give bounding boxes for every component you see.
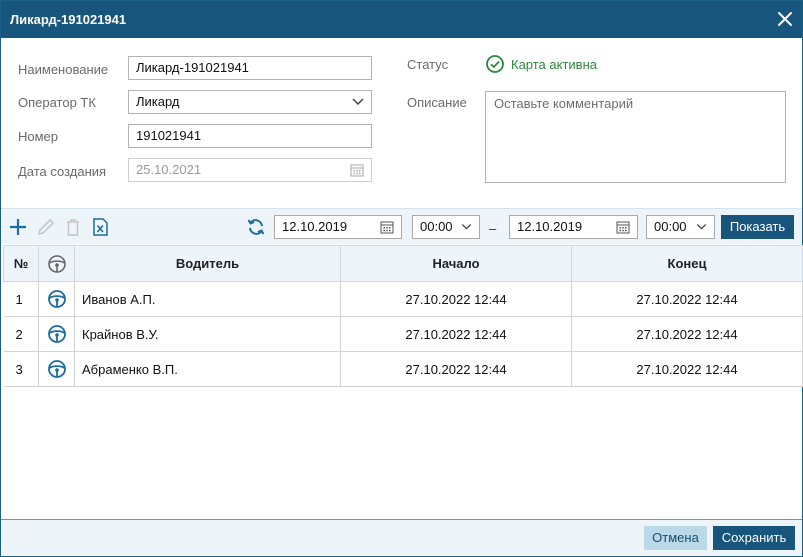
chevron-down-icon [461,224,472,230]
column-header-num[interactable]: № [3,245,39,282]
drivers-table: № Водитель Начало Конец 1 Иванов А.П. 27… [3,245,803,387]
steering-wheel-icon [47,360,66,378]
dialog-footer: Отмена Сохранить [1,519,802,556]
refresh-icon[interactable] [246,217,266,237]
row-num: 1 [3,281,39,317]
cancel-button[interactable]: Отмена [644,526,707,550]
chevron-down-icon [352,98,364,106]
column-header-driver[interactable]: Водитель [74,245,341,282]
date-range-dash: – [489,221,497,236]
save-button[interactable]: Сохранить [713,526,795,550]
row-start: 27.10.2022 12:44 [340,281,572,317]
calendar-icon [350,164,364,177]
table-row[interactable]: 2 Крайнов В.У. 27.10.2022 12:44 27.10.20… [3,316,803,352]
dialog-titlebar: Ликард-191021941 [1,1,802,38]
date-to-value: 12.10.2019 [517,219,583,234]
description-placeholder: Оставьте комментарий [494,96,634,111]
row-start: 27.10.2022 12:44 [340,351,572,387]
row-end: 27.10.2022 12:44 [571,281,803,317]
column-header-start[interactable]: Начало [340,245,572,282]
number-label: Номер [18,129,59,144]
number-input[interactable]: 191021941 [128,124,372,148]
check-circle-icon [486,55,504,73]
created-label: Дата создания [18,164,107,179]
row-num: 2 [3,316,39,352]
calendar-icon[interactable] [616,220,630,234]
number-value: 191021941 [136,128,202,143]
show-button[interactable]: Показать [721,215,794,239]
steering-wheel-icon [47,254,66,273]
row-end: 27.10.2022 12:44 [571,316,803,352]
name-input[interactable]: Ликард-191021941 [128,56,372,80]
table-row[interactable]: 3 Абраменко В.П. 27.10.2022 12:44 27.10.… [3,351,803,387]
status-value: Карта активна [511,57,597,72]
time-from-value: 00:00 [420,219,453,234]
time-to-select[interactable]: 00:00 [646,215,715,239]
date-from-value: 12.10.2019 [282,219,348,234]
chevron-down-icon [696,224,707,230]
steering-wheel-icon [47,290,66,308]
description-label: Описание [407,95,467,110]
close-icon[interactable] [775,9,795,29]
history-toolbar: 12.10.2019 00:00 – 12.10.2019 00:00 Пока… [1,208,802,244]
row-driver: Абраменко В.П. [74,351,341,387]
row-num: 3 [3,351,39,387]
operator-value: Ликард [136,94,180,109]
excel-icon[interactable] [90,217,110,237]
date-from-input[interactable]: 12.10.2019 [274,215,402,239]
card-form: Наименование Ликард-191021941 Оператор Т… [1,38,802,208]
created-date-field: 25.10.2021 [128,158,372,182]
row-icon-cell [38,316,75,352]
steering-wheel-icon [47,325,66,343]
name-value: Ликард-191021941 [136,60,249,75]
column-header-steering[interactable] [38,245,75,282]
operator-select[interactable]: Ликард [128,90,372,114]
operator-label: Оператор ТК [18,95,96,110]
table-header-row: № Водитель Начало Конец [3,245,803,282]
created-value: 25.10.2021 [136,162,202,177]
status-label: Статус [407,57,449,72]
delete-icon[interactable] [63,217,83,237]
calendar-icon[interactable] [380,220,394,234]
card-dialog: Ликард-191021941 Наименование Ликард-191… [0,0,803,557]
row-icon-cell [38,281,75,317]
row-start: 27.10.2022 12:44 [340,316,572,352]
time-to-value: 00:00 [654,219,687,234]
table-row[interactable]: 1 Иванов А.П. 27.10.2022 12:44 27.10.202… [3,281,803,317]
edit-icon[interactable] [36,217,56,237]
date-to-input[interactable]: 12.10.2019 [509,215,638,239]
row-driver: Иванов А.П. [74,281,341,317]
time-from-select[interactable]: 00:00 [412,215,480,239]
row-icon-cell [38,351,75,387]
add-icon[interactable] [8,217,28,237]
name-label: Наименование [18,62,109,77]
row-driver: Крайнов В.У. [74,316,341,352]
row-end: 27.10.2022 12:44 [571,351,803,387]
column-header-end[interactable]: Конец [571,245,803,282]
description-textarea[interactable]: Оставьте комментарий [485,91,786,183]
dialog-title: Ликард-191021941 [10,12,127,27]
